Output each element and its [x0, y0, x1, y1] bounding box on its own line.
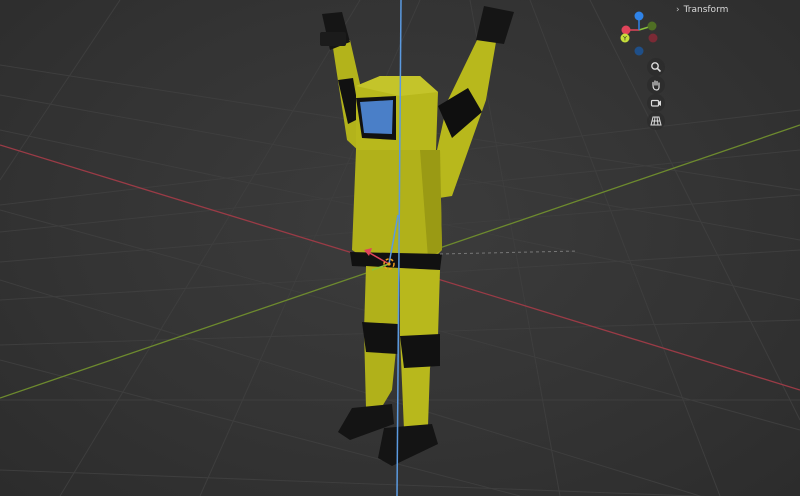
- perspective-toggle-button[interactable]: [647, 112, 665, 130]
- gizmo-neg-y-axis[interactable]: [647, 21, 657, 31]
- chevron-right-icon: ›: [676, 5, 680, 15]
- zoom-button[interactable]: [647, 58, 665, 76]
- navigation-gizmo[interactable]: Y: [614, 8, 664, 60]
- perspective-grid-icon: [650, 116, 662, 126]
- hazmat-character-model[interactable]: [320, 6, 514, 466]
- camera-view-icon: [650, 99, 661, 107]
- gizmo-x-axis[interactable]: [621, 25, 631, 35]
- gizmo-z-axis[interactable]: [634, 11, 644, 21]
- zoom-icon: [651, 62, 662, 73]
- gizmo-neg-z-axis[interactable]: [634, 46, 644, 56]
- gizmo-y-label: Y: [622, 36, 627, 43]
- scene-canvas[interactable]: [0, 0, 800, 496]
- pan-hand-icon: [652, 80, 660, 91]
- pan-button[interactable]: [647, 76, 665, 94]
- selection-dashed-line: [439, 250, 579, 255]
- transform-tab-label: Transform: [683, 5, 729, 15]
- 3d-viewport[interactable]: Y › Transform: [0, 0, 800, 496]
- transform-panel-tab[interactable]: › Transform: [676, 5, 728, 15]
- gizmo-neg-x-axis[interactable]: [648, 33, 658, 43]
- camera-view-button[interactable]: [647, 94, 665, 112]
